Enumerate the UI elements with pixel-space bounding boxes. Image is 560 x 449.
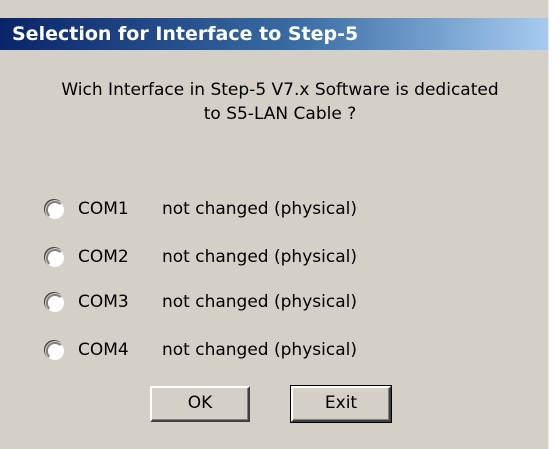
option-description: not changed (physical) [162,199,357,219]
dialog-window: Selection for Interface to Step-5 Wich I… [0,0,560,449]
option-com1[interactable]: COM1 not changed (physical) [42,196,402,226]
dialog-client-area: Selection for Interface to Step-5 Wich I… [0,0,549,449]
radio-com4[interactable] [46,342,64,360]
question-line-1: Wich Interface in Step-5 V7.x Software i… [61,80,499,100]
exit-button[interactable]: Exit [290,385,392,423]
radio-com1[interactable] [46,201,64,219]
ok-button[interactable]: OK [150,386,250,422]
window-title: Selection for Interface to Step-5 [12,23,359,45]
option-com4[interactable]: COM4 not changed (physical) [42,337,402,367]
option-port-label: COM2 [78,247,129,267]
option-com2[interactable]: COM2 not changed (physical) [42,244,402,274]
question-line-2: to S5-LAN Cable ? [203,104,357,124]
option-port-label: COM1 [78,199,129,219]
radio-com3[interactable] [46,294,64,312]
option-description: not changed (physical) [162,292,357,312]
option-com3[interactable]: COM3 not changed (physical) [42,289,402,319]
option-port-label: COM3 [78,292,129,312]
radio-com2[interactable] [46,249,64,267]
option-port-label: COM4 [78,340,129,360]
option-description: not changed (physical) [162,340,357,360]
question-text: Wich Interface in Step-5 V7.x Software i… [20,78,540,126]
title-bar[interactable]: Selection for Interface to Step-5 [0,18,548,50]
option-description: not changed (physical) [162,247,357,267]
